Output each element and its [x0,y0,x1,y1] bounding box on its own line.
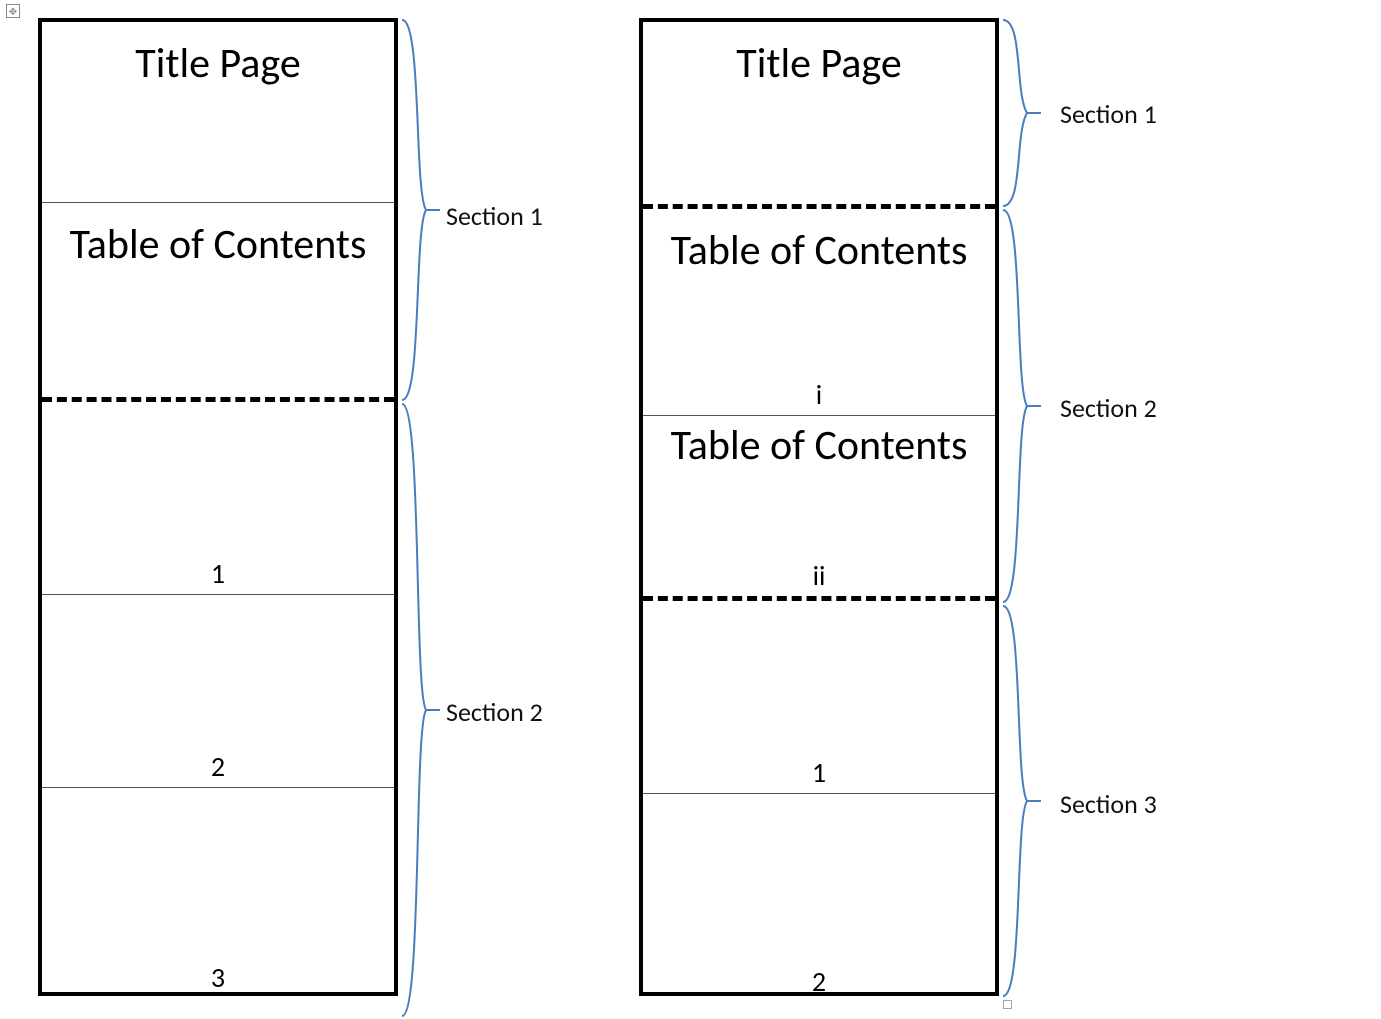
brace-icon [400,402,440,1018]
section-label: Section 1 [1060,98,1157,130]
section-label: Section 2 [446,696,543,728]
table-anchor-icon: ✥ [6,4,20,18]
left-page-3: 1 [42,402,394,594]
right-page-3: Table of Contents ii [643,416,995,596]
page-number: 2 [211,753,225,781]
resize-handle-icon [1003,1000,1012,1009]
page-number: 2 [812,968,826,996]
right-page-4: 1 [643,601,995,793]
page-title: Table of Contents [671,422,968,470]
left-page-4: 2 [42,595,394,787]
brace-icon [1001,208,1041,604]
brace-icon [1001,18,1041,208]
section-label: Section 1 [446,200,543,232]
right-column: Title Page Table of Contents i Table of … [639,18,999,996]
page-number: 1 [211,560,225,588]
page-title: Table of Contents [671,227,968,275]
right-page-2: Table of Contents i [643,209,995,415]
brace-icon [1001,604,1041,998]
page-title: Table of Contents [70,221,367,269]
page-title: Title Page [736,40,901,88]
brace-icon [400,18,440,402]
page-number: 3 [211,964,225,992]
left-column: Title Page Table of Contents 1 2 3 [38,18,398,996]
section-label: Section 2 [1060,392,1157,424]
section-label: Section 3 [1060,788,1157,820]
left-page-5: 3 [42,788,394,998]
page-number: i [816,381,822,409]
page-number: 1 [812,759,826,787]
right-page-1: Title Page [643,22,995,204]
page-title: Title Page [135,40,300,88]
left-page-1: Title Page [42,22,394,202]
right-page-5: 2 [643,794,995,1002]
left-page-2: Table of Contents [42,203,394,397]
page-number: ii [813,562,826,590]
